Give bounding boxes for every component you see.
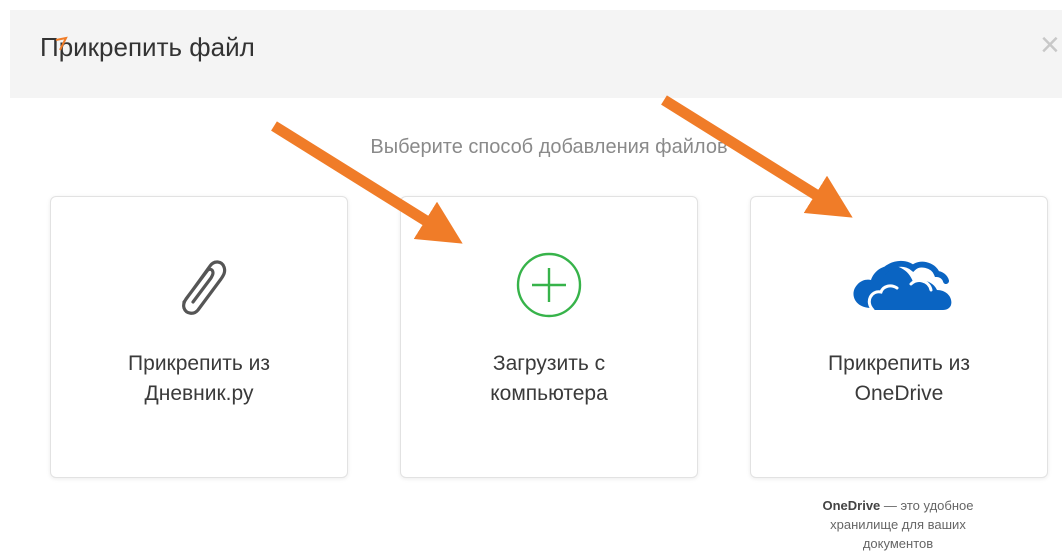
dialog-header: Прикрепить файл × bbox=[10, 10, 1062, 98]
upload-from-computer-option[interactable]: Загрузить с компьютера bbox=[400, 196, 698, 478]
option-label: Прикрепить из Дневник.ру bbox=[61, 349, 337, 409]
onedrive-cloud-icon bbox=[751, 245, 1047, 325]
close-button[interactable]: × bbox=[1040, 28, 1062, 62]
plus-circle-icon bbox=[401, 245, 697, 325]
option-label: Загрузить с компьютера bbox=[411, 349, 687, 409]
footnote-line3: документов bbox=[862, 536, 934, 551]
option-label-line2: компьютера bbox=[490, 382, 608, 405]
option-label-line2: OneDrive bbox=[854, 382, 944, 405]
dialog-subtitle: Выберите способ добавления файлов bbox=[370, 136, 728, 158]
footnote-brand: OneDrive bbox=[822, 498, 881, 513]
option-label-line1: Прикрепить из bbox=[128, 352, 270, 375]
dialog-title: Прикрепить файл bbox=[40, 32, 255, 62]
option-label-line1: Загрузить с bbox=[492, 352, 606, 375]
option-label-line2: Дневник.ру bbox=[144, 382, 254, 405]
attach-from-dnevnik-option[interactable]: Прикрепить из Дневник.ру bbox=[50, 196, 348, 478]
option-label-line1: Прикрепить из bbox=[828, 352, 970, 375]
footnote-line2: хранилище для ваших bbox=[830, 517, 966, 532]
option-label: Прикрепить из OneDrive bbox=[761, 349, 1037, 409]
footnote-line1: — это удобное bbox=[880, 498, 974, 513]
attach-from-onedrive-option[interactable]: Прикрепить из OneDrive bbox=[750, 196, 1048, 478]
attach-file-dialog: Прикрепить файл × Выберите способ добавл… bbox=[0, 0, 1062, 556]
onedrive-footnote: OneDrive — это удобное хранилище для ваш… bbox=[770, 496, 1026, 553]
paperclip-icon bbox=[51, 245, 347, 325]
